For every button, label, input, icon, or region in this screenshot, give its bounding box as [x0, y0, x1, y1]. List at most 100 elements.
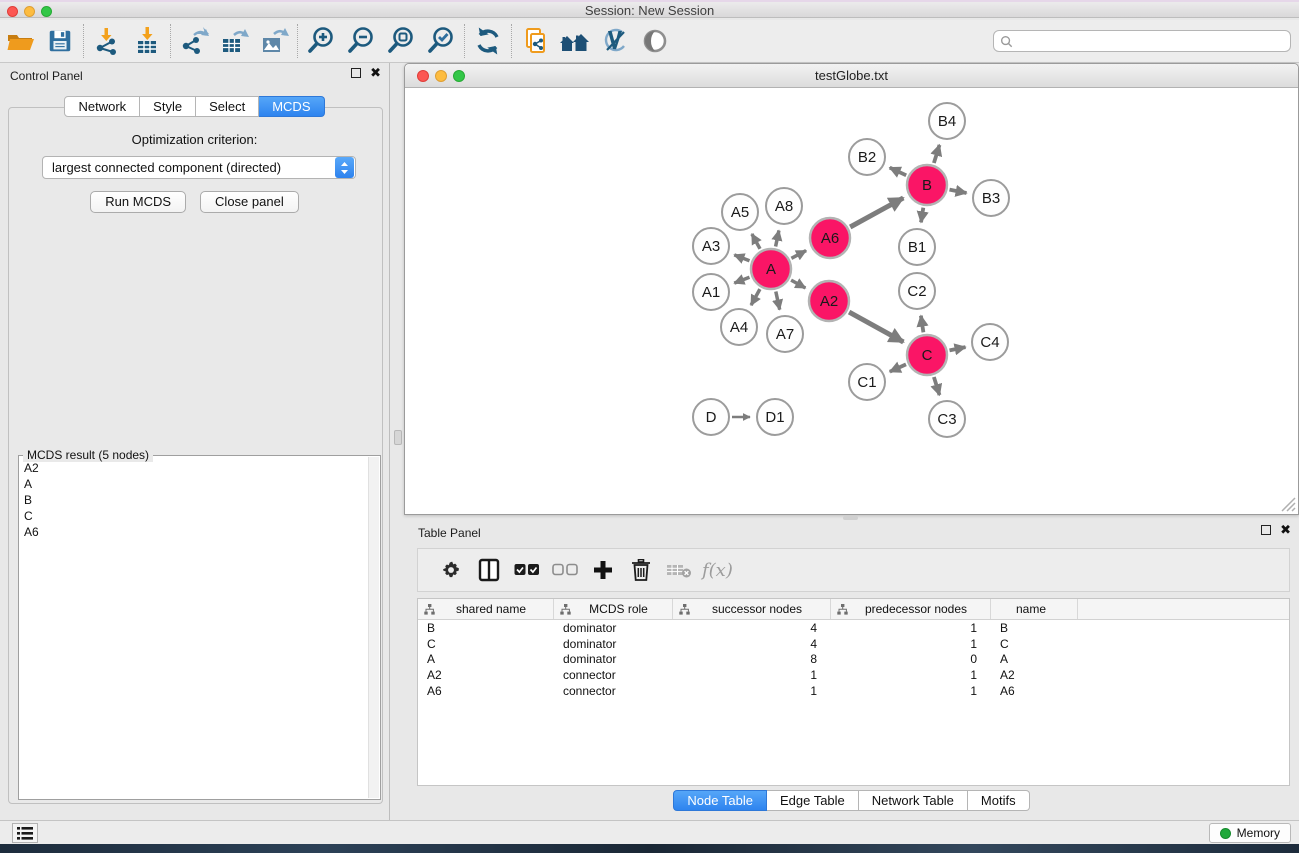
float-panel-icon[interactable] — [351, 68, 361, 78]
optimization-criterion-select[interactable]: largest connected component (directed) — [42, 156, 356, 179]
table-cell[interactable]: dominator — [554, 621, 673, 635]
close-panel-icon[interactable]: ✖ — [370, 68, 381, 78]
table-cell[interactable]: A — [991, 652, 1078, 666]
float-table-panel-icon[interactable] — [1261, 525, 1271, 535]
edge-B-B4[interactable] — [934, 145, 940, 163]
export-network-icon[interactable] — [174, 22, 214, 60]
canvas-resize-grip[interactable] — [1282, 498, 1295, 511]
open-folder-icon[interactable] — [0, 22, 40, 60]
save-icon[interactable] — [40, 22, 80, 60]
edge-C-C2[interactable] — [921, 316, 924, 333]
result-item-a6[interactable]: A6 — [20, 524, 367, 540]
delete-column-icon[interactable] — [622, 551, 660, 589]
result-item-a[interactable]: A — [20, 476, 367, 492]
tab-network-table[interactable]: Network Table — [859, 790, 968, 811]
zoom-fit-icon[interactable] — [381, 22, 421, 60]
select-all-icon[interactable] — [508, 551, 546, 589]
table-cell[interactable]: A6 — [418, 684, 554, 698]
task-history-button[interactable] — [12, 823, 38, 843]
tab-style[interactable]: Style — [140, 96, 196, 117]
table-cell[interactable]: 1 — [831, 637, 991, 651]
edge-C-C1[interactable] — [890, 364, 906, 371]
refresh-icon[interactable] — [468, 22, 508, 60]
network-canvas[interactable]: B4B2BB3A8A5A6A3B1AC2A1A2A4A7C4CC1DD1C3 — [405, 88, 1298, 514]
run-mcds-button[interactable]: Run MCDS — [90, 191, 186, 213]
table-row[interactable]: Adominator80A — [418, 652, 1289, 668]
column-header-predecessor-nodes[interactable]: predecessor nodes — [831, 599, 991, 619]
table-cell[interactable]: 8 — [673, 652, 831, 666]
result-item-b[interactable]: B — [20, 492, 367, 508]
table-row[interactable]: Cdominator41C — [418, 636, 1289, 652]
search-input[interactable] — [1013, 32, 1290, 50]
memory-button[interactable]: Memory — [1209, 823, 1291, 843]
close-table-panel-icon[interactable]: ✖ — [1280, 525, 1291, 535]
table-cell[interactable]: A6 — [991, 684, 1078, 698]
clear-table-icon[interactable] — [660, 551, 698, 589]
import-table-icon[interactable] — [127, 22, 167, 60]
result-scrollbar[interactable] — [368, 457, 379, 798]
table-cell[interactable]: 1 — [831, 621, 991, 635]
zoom-selected-icon[interactable] — [421, 22, 461, 60]
table-cell[interactable]: connector — [554, 668, 673, 682]
table-cell[interactable]: dominator — [554, 637, 673, 651]
edge-A-A6[interactable] — [791, 251, 806, 259]
column-header-name[interactable]: name — [991, 599, 1078, 619]
table-cell[interactable]: A — [418, 652, 554, 666]
column-header-successor-nodes[interactable]: successor nodes — [673, 599, 831, 619]
table-row[interactable]: A2connector11A2 — [418, 667, 1289, 683]
edge-A-A7[interactable] — [776, 292, 780, 310]
edge-A-A5[interactable] — [752, 234, 760, 249]
duplicate-network-icon[interactable] — [515, 22, 555, 60]
home-icon[interactable] — [555, 22, 595, 60]
table-cell[interactable]: 1 — [831, 668, 991, 682]
table-cell[interactable]: 1 — [673, 684, 831, 698]
tab-select[interactable]: Select — [196, 96, 259, 117]
table-cell[interactable]: dominator — [554, 652, 673, 666]
edge-C-C3[interactable] — [934, 377, 940, 395]
table-cell[interactable]: A2 — [418, 668, 554, 682]
table-cell[interactable]: 4 — [673, 637, 831, 651]
tab-edge-table[interactable]: Edge Table — [767, 790, 859, 811]
table-cell[interactable]: C — [418, 637, 554, 651]
edge-B-B1[interactable] — [921, 208, 923, 223]
tab-mcds[interactable]: MCDS — [259, 96, 324, 117]
table-cell[interactable]: A2 — [991, 668, 1078, 682]
function-icon[interactable]: f(x) — [698, 551, 733, 589]
settings-gear-icon[interactable] — [432, 551, 470, 589]
add-column-icon[interactable] — [584, 551, 622, 589]
vertical-split-grip[interactable] — [394, 430, 402, 445]
import-network-icon[interactable] — [87, 22, 127, 60]
table-cell[interactable]: 1 — [673, 668, 831, 682]
table-cell[interactable]: 4 — [673, 621, 831, 635]
edge-A-A1[interactable] — [734, 277, 749, 283]
column-header-shared-name[interactable]: shared name — [418, 599, 554, 619]
edge-A-A8[interactable] — [776, 231, 779, 247]
table-cell[interactable]: B — [991, 621, 1078, 635]
edge-B-B3[interactable] — [950, 190, 967, 193]
tab-node-table[interactable]: Node Table — [673, 790, 767, 811]
table-cell[interactable]: 1 — [831, 684, 991, 698]
result-item-c[interactable]: C — [20, 508, 367, 524]
eye-icon[interactable] — [635, 22, 675, 60]
tab-motifs[interactable]: Motifs — [968, 790, 1030, 811]
edge-A2-C[interactable] — [849, 312, 903, 342]
table-cell[interactable]: C — [991, 637, 1078, 651]
edge-A-A4[interactable] — [751, 289, 760, 305]
edge-C-C4[interactable] — [950, 347, 966, 350]
edge-A-A3[interactable] — [734, 255, 749, 261]
column-header-mcds-role[interactable]: MCDS role — [554, 599, 673, 619]
table-cell[interactable]: B — [418, 621, 554, 635]
export-image-icon[interactable] — [254, 22, 294, 60]
zoom-out-icon[interactable] — [341, 22, 381, 60]
edge-A-A2[interactable] — [791, 280, 805, 288]
zoom-in-icon[interactable] — [301, 22, 341, 60]
close-panel-button[interactable]: Close panel — [200, 191, 299, 213]
export-table-icon[interactable] — [214, 22, 254, 60]
column-layout-icon[interactable] — [470, 551, 508, 589]
toggle-style-icon[interactable] — [595, 22, 635, 60]
table-cell[interactable]: connector — [554, 684, 673, 698]
result-item-a2[interactable]: A2 — [20, 460, 367, 476]
table-cell[interactable]: 0 — [831, 652, 991, 666]
table-row[interactable]: A6connector11A6 — [418, 683, 1289, 699]
edge-B-B2[interactable] — [890, 168, 907, 176]
